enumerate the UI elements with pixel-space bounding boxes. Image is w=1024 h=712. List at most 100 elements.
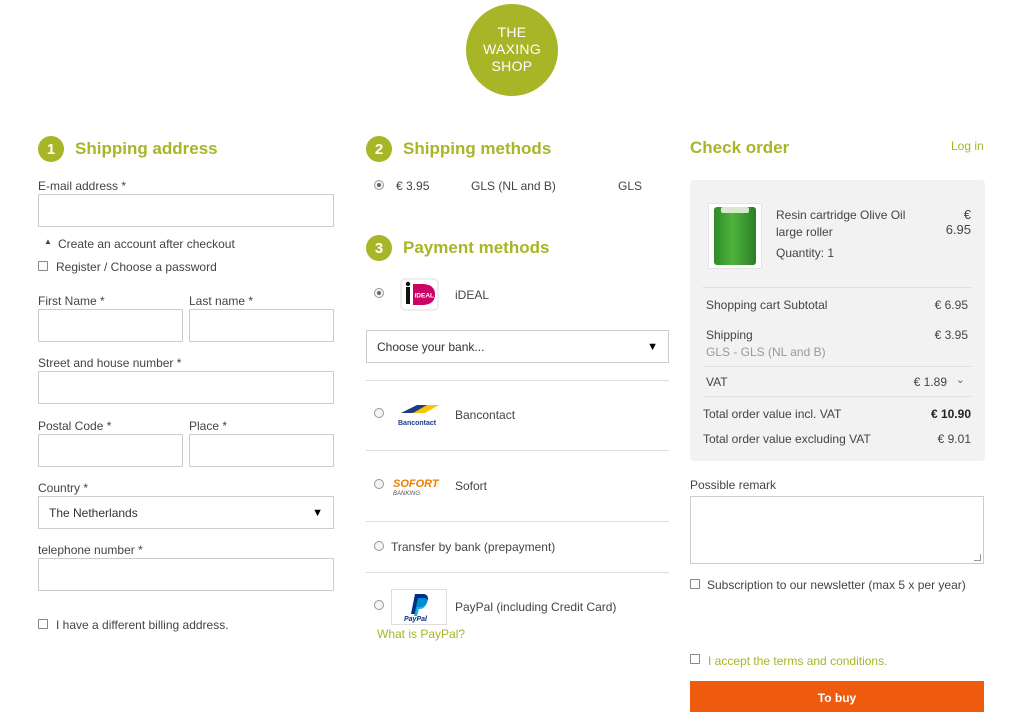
bank-transfer-radio[interactable]: [374, 541, 384, 551]
product-image: [708, 203, 762, 269]
sofort-logo-text: SOFORT: [393, 478, 440, 490]
check-order-title: Check order: [690, 138, 790, 157]
subtotal-value: € 6.95: [934, 298, 968, 312]
step-2-badge: 2: [366, 136, 392, 162]
divider: [366, 521, 669, 522]
street-field[interactable]: [38, 371, 334, 404]
last-name-label: Last name *: [189, 294, 254, 308]
terms-link[interactable]: I accept the terms and conditions.: [708, 654, 887, 668]
place-label: Place *: [189, 419, 228, 433]
bancontact-radio[interactable]: [374, 408, 384, 418]
logo-line-2: WAXING: [482, 41, 542, 57]
country-label: Country *: [38, 481, 89, 495]
divider: [366, 572, 669, 573]
dropdown-arrow-icon: ▼: [312, 506, 323, 519]
step-3-badge: 3: [366, 235, 392, 261]
telephone-label: telephone number *: [38, 543, 143, 557]
bancontact-logo: Bancontact: [397, 401, 441, 431]
ideal-logo-text: iDEAL: [415, 293, 435, 300]
paypal-label: PayPal (including Credit Card): [455, 600, 617, 614]
register-checkbox[interactable]: [38, 261, 48, 271]
step-1-badge: 1: [38, 136, 64, 162]
place-field[interactable]: [189, 434, 334, 467]
total-excl-vat-label: Total order value excluding VAT: [703, 432, 871, 446]
last-name-field[interactable]: [189, 309, 334, 342]
ideal-logo: iDEAL: [400, 278, 439, 311]
newsletter-label: Subscription to our newsletter (max 5 x …: [707, 578, 966, 592]
billing-address-label: I have a different billing address.: [56, 618, 229, 632]
paypal-logo-text: PayPal: [404, 616, 428, 623]
create-account-toggle[interactable]: Create an account after checkout: [58, 237, 235, 251]
shipping-cost-value: € 3.95: [934, 328, 968, 342]
terms-checkbox[interactable]: [690, 654, 700, 664]
sofort-logo-sub: BANKING: [393, 491, 420, 497]
newsletter-checkbox[interactable]: [690, 579, 700, 589]
paypal-radio[interactable]: [374, 600, 384, 610]
shipping-methods-title: Shipping methods: [403, 139, 552, 158]
buy-button[interactable]: To buy: [690, 681, 984, 712]
email-label: E-mail address *: [38, 179, 127, 193]
divider: [703, 287, 971, 288]
bancontact-logo-text: Bancontact: [398, 420, 437, 427]
bank-select[interactable]: Choose your bank... ▼: [366, 330, 669, 363]
shipping-cost-label: Shipping: [706, 328, 753, 342]
ideal-label: iDEAL: [455, 288, 490, 302]
street-label: Street and house number *: [38, 356, 182, 370]
vat-value: € 1.89: [913, 375, 947, 389]
login-link[interactable]: Log in: [951, 139, 984, 153]
buy-button-label: To buy: [817, 691, 857, 705]
sofort-logo: SOFORT BANKING: [391, 475, 447, 497]
shipping-price: € 3.95: [396, 179, 430, 193]
product-name-line-1: Resin cartridge Olive Oil: [776, 208, 906, 222]
postal-code-field[interactable]: [38, 434, 183, 467]
country-select[interactable]: The Netherlands ▼: [38, 496, 334, 529]
shipping-name: GLS (NL and B): [471, 179, 556, 193]
logo-line-3: SHOP: [491, 58, 533, 74]
first-name-field[interactable]: [38, 309, 183, 342]
telephone-field[interactable]: [38, 558, 334, 591]
total-excl-vat-value: € 9.01: [937, 432, 971, 446]
divider: [703, 396, 971, 397]
logo-line-1: THE: [497, 24, 527, 40]
shipping-methods-heading: 2 Shipping methods: [366, 136, 551, 162]
paypal-logo: PayPal: [391, 589, 447, 625]
product-quantity: Quantity: 1: [776, 246, 835, 260]
postal-code-label: Postal Code *: [38, 419, 112, 433]
shipping-gls-radio[interactable]: [374, 180, 384, 190]
divider: [366, 380, 669, 381]
divider: [366, 450, 669, 451]
sofort-radio[interactable]: [374, 479, 384, 489]
what-is-paypal-link[interactable]: What is PayPal?: [377, 627, 465, 641]
total-incl-vat-value: € 10.90: [930, 407, 971, 421]
resize-handle-icon[interactable]: [974, 554, 981, 561]
remark-textarea[interactable]: [690, 496, 984, 564]
chevron-down-icon[interactable]: ⌄: [956, 373, 965, 386]
payment-methods-title: Payment methods: [403, 238, 550, 257]
country-value: The Netherlands: [49, 505, 138, 520]
total-incl-vat-label: Total order value incl. VAT: [703, 407, 842, 421]
shop-logo[interactable]: THE WAXING SHOP: [466, 4, 558, 96]
bank-select-value: Choose your bank...: [377, 339, 485, 354]
ideal-radio[interactable]: [374, 288, 384, 298]
shipping-address-heading: 1 Shipping address: [38, 136, 218, 162]
billing-address-checkbox[interactable]: [38, 619, 48, 629]
first-name-label: First Name *: [38, 294, 105, 308]
sofort-label: Sofort: [455, 479, 488, 493]
remark-label: Possible remark: [690, 478, 777, 492]
bank-transfer-label: Transfer by bank (prepayment): [391, 540, 556, 554]
payment-methods-heading: 3 Payment methods: [366, 235, 549, 261]
dropdown-arrow-icon: ▼: [647, 340, 658, 353]
product-price-currency: €: [963, 207, 971, 222]
product-name-line-2: large roller: [776, 225, 833, 239]
product-price: 6.95: [945, 222, 971, 237]
shipping-address-title: Shipping address: [75, 139, 218, 158]
divider: [703, 366, 971, 367]
vat-label: VAT: [706, 375, 728, 389]
subtotal-label: Shopping cart Subtotal: [706, 298, 828, 312]
register-label: Register / Choose a password: [56, 260, 217, 274]
caret-up-icon: ▲: [44, 237, 52, 246]
shipping-cost-method: GLS - GLS (NL and B): [706, 345, 826, 359]
shipping-carrier: GLS: [618, 179, 643, 193]
email-field[interactable]: [38, 194, 334, 227]
bancontact-label: Bancontact: [455, 408, 516, 422]
